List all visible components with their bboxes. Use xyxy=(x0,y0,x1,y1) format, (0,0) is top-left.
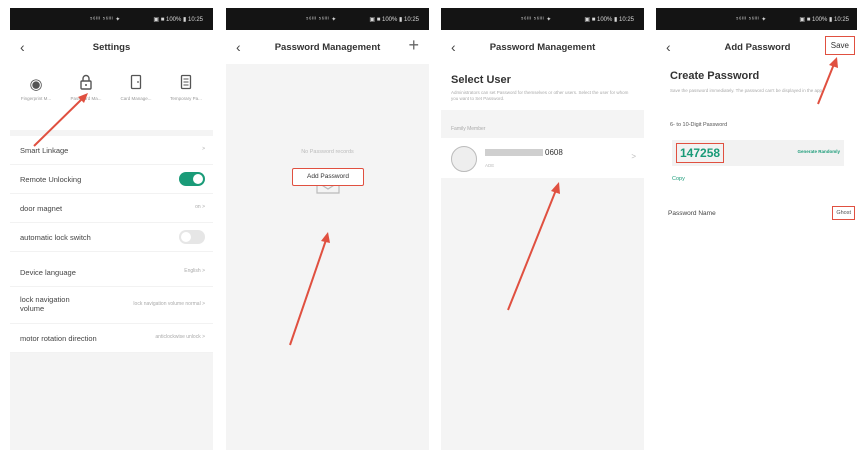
nav-bar: ‹ Password Management + xyxy=(226,30,429,64)
user-name: 0608 xyxy=(485,148,563,157)
save-button[interactable]: Save xyxy=(824,36,855,55)
feature-label: Temporary Pa... xyxy=(170,96,202,101)
feature-temporary-password[interactable]: Temporary Pa... xyxy=(161,74,211,101)
row-value: English > xyxy=(184,268,205,274)
row-value: on > xyxy=(195,204,205,210)
remote-unlocking-toggle[interactable] xyxy=(179,172,205,186)
user-list-item[interactable]: 0608 ADE > xyxy=(441,138,644,178)
screen-add-password: ⁵⁶ᴵᴵᴵ ⁵⁶ᴵᴵᴵ ✦ ▣ ■ 100% ▮ 10:25 ‹ Add Pas… xyxy=(656,8,857,450)
lock-icon xyxy=(61,74,111,96)
row-device-language[interactable]: Device language English > xyxy=(10,258,213,287)
status-bar: ⁵⁶ᴵᴵᴵ ⁵⁶ᴵᴵᴵ ✦ ▣ ■ 100% ▮ 10:25 xyxy=(656,8,857,30)
row-remote-unlocking: Remote Unlocking xyxy=(10,165,213,194)
row-label: Smart Linkage xyxy=(20,146,69,155)
status-battery-time: ▣ ■ 100% ▮ 10:25 xyxy=(584,17,634,23)
nav-bar: ‹ Add Password Save xyxy=(656,30,857,64)
redacted-name xyxy=(485,149,543,157)
add-password-button[interactable]: Add Password xyxy=(292,168,364,186)
status-battery-time: ▣ ■ 100% ▮ 10:25 xyxy=(369,17,419,23)
automatic-lock-toggle[interactable] xyxy=(179,230,205,244)
generate-randomly-button[interactable]: Generate Randomly xyxy=(797,149,840,154)
status-bar: ⁵⁶ᴵᴵᴵ ⁵⁶ᴵᴵᴵ ✦ ▣ ■ 100% ▮ 10:25 xyxy=(226,8,429,30)
section-description: Administrators can set Password for them… xyxy=(451,90,629,101)
select-user-header: Select User Administrators can set Passw… xyxy=(441,64,644,110)
status-battery-time: ▣ ■ 100% ▮ 10:25 xyxy=(799,17,849,23)
row-value: anticlockwise unlock > xyxy=(155,334,205,340)
row-label: lock navigation volume xyxy=(20,295,70,313)
feature-label: Fingerprint M... xyxy=(20,96,52,101)
settings-list: Smart Linkage > Remote Unlocking door ma… xyxy=(10,136,213,353)
screen-password-management-empty: ⁵⁶ᴵᴵᴵ ⁵⁶ᴵᴵᴵ ✦ ▣ ■ 100% ▮ 10:25 ‹ Passwor… xyxy=(226,8,429,450)
status-signal: ⁵⁶ᴵᴵᴵ ⁵⁶ᴵᴵᴵ ✦ xyxy=(306,17,337,23)
screen-settings: ⁵⁶ᴵᴵᴵ ⁵⁶ᴵᴵᴵ ✦ ▣ ■ 100% ▮ 10:25 ‹ Setting… xyxy=(10,8,213,450)
section-heading: Select User xyxy=(451,74,511,86)
row-label: motor rotation direction xyxy=(20,334,97,343)
status-signal: ⁵⁶ᴵᴵᴵ ⁵⁶ᴵᴵᴵ ✦ xyxy=(736,17,767,23)
row-label: Device language xyxy=(20,268,76,277)
row-value: > xyxy=(202,146,205,152)
row-lock-navigation-volume[interactable]: lock navigation volume lock navigation v… xyxy=(10,287,213,324)
avatar xyxy=(451,146,477,172)
screen-select-user: ⁵⁶ᴵᴵᴵ ⁵⁶ᴵᴵᴵ ✦ ▣ ■ 100% ▮ 10:25 ‹ Passwor… xyxy=(441,8,644,450)
row-value: lock navigation volume normal > xyxy=(133,301,205,307)
password-value: 147258 xyxy=(676,143,725,163)
nav-bar: ‹ Settings xyxy=(10,30,213,64)
user-role: ADE xyxy=(485,163,495,168)
status-battery-time: ▣ ■ 100% ▮ 10:25 xyxy=(153,17,203,23)
empty-state xyxy=(226,64,429,450)
row-automatic-lock: automatic lock switch xyxy=(10,223,213,252)
section-description: Save the password immediately. The passw… xyxy=(670,88,824,93)
feature-label: Password Ma... xyxy=(70,96,102,101)
page-title: Password Management xyxy=(489,42,596,53)
page-title: Password Management xyxy=(274,42,381,53)
copy-link[interactable]: Copy xyxy=(672,176,685,182)
group-label: Family Member xyxy=(451,126,486,132)
row-label: door magnet xyxy=(20,204,63,213)
empty-message: No Password records xyxy=(301,149,354,155)
status-bar: ⁵⁶ᴵᴵᴵ ⁵⁶ᴵᴵᴵ ✦ ▣ ■ 100% ▮ 10:25 xyxy=(10,8,213,30)
password-name-label: Password Name xyxy=(668,210,716,217)
feature-fingerprint[interactable]: ◉ Fingerprint M... xyxy=(11,74,61,101)
nav-bar: ‹ Password Management xyxy=(441,30,644,64)
password-length-label: 6- to 10-Digit Password xyxy=(670,122,728,128)
section-heading: Create Password xyxy=(670,70,760,82)
status-signal: ⁵⁶ᴵᴵᴵ ⁵⁶ᴵᴵᴵ ✦ xyxy=(521,17,552,23)
row-label: Remote Unlocking xyxy=(20,175,82,184)
status-signal: ⁵⁶ᴵᴵᴵ ⁵⁶ᴵᴵᴵ ✦ xyxy=(90,17,121,23)
chevron-right-icon: > xyxy=(631,152,636,161)
row-smart-linkage[interactable]: Smart Linkage > xyxy=(10,136,213,165)
password-field[interactable]: 147258 Generate Randomly xyxy=(672,140,844,166)
create-password-form: Create Password Save the password immedi… xyxy=(656,64,857,450)
row-door-magnet[interactable]: door magnet on > xyxy=(10,194,213,223)
temporary-password-icon xyxy=(161,74,211,96)
feature-icons-row: ◉ Fingerprint M... Password Ma... Card M… xyxy=(10,64,213,130)
feature-card[interactable]: Card Manage... xyxy=(111,74,161,101)
page-title: Settings xyxy=(92,42,131,53)
feature-label: Card Manage... xyxy=(120,96,152,101)
fingerprint-icon: ◉ xyxy=(29,76,43,93)
row-label: automatic lock switch xyxy=(20,233,91,242)
card-icon xyxy=(111,74,161,96)
feature-password[interactable]: Password Ma... xyxy=(61,74,111,101)
add-icon[interactable]: + xyxy=(408,35,419,56)
status-bar: ⁵⁶ᴵᴵᴵ ⁵⁶ᴵᴵᴵ ✦ ▣ ■ 100% ▮ 10:25 xyxy=(441,8,644,30)
password-name-row[interactable]: Password Name Ghost xyxy=(656,200,857,228)
password-name-value[interactable]: Ghost xyxy=(832,206,855,220)
row-motor-rotation[interactable]: motor rotation direction anticlockwise u… xyxy=(10,324,213,353)
